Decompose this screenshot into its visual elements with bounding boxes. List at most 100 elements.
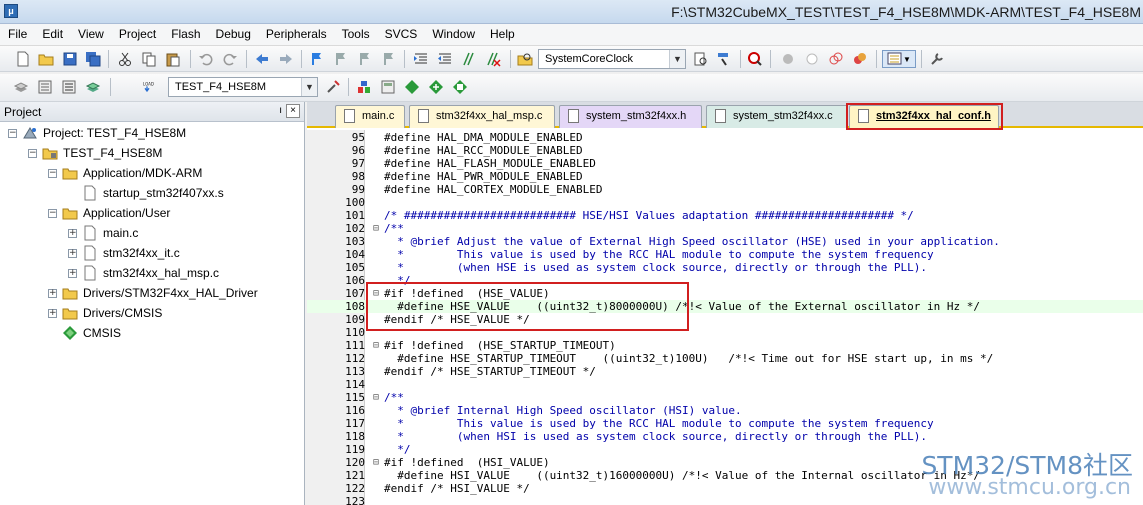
keil-app-icon[interactable]: μ	[4, 4, 18, 18]
collapse-icon[interactable]: −	[48, 208, 57, 218]
tree-item-group[interactable]: − Application/User	[48, 203, 170, 223]
incremental-find-icon[interactable]	[715, 50, 733, 68]
uncomment-icon[interactable]	[484, 50, 502, 68]
nav-back-icon[interactable]	[253, 50, 271, 68]
indent-icon[interactable]	[412, 50, 430, 68]
menu-help[interactable]: Help	[482, 24, 522, 46]
menu-peripherals[interactable]: Peripherals	[258, 24, 334, 46]
clear-bookmarks-icon[interactable]	[379, 50, 397, 68]
code-line[interactable]: 112 #define HSE_STARTUP_TIMEOUT ((uint32…	[307, 352, 1143, 365]
code-line[interactable]: 96 #define HAL_RCC_MODULE_ENABLED	[307, 144, 1143, 157]
disable-all-breakpoints-icon[interactable]	[827, 50, 845, 68]
prev-bookmark-icon[interactable]	[331, 50, 349, 68]
target-combo[interactable]: TEST_F4_HSE8M ▼	[168, 77, 318, 97]
copy-icon[interactable]	[140, 50, 158, 68]
find-combo-dropdown-icon[interactable]: ▼	[669, 50, 685, 68]
collapse-icon[interactable]: −	[28, 148, 37, 158]
expand-icon[interactable]: +	[68, 228, 77, 238]
tab-system-h[interactable]: system_stm32f4xx.h	[559, 105, 702, 128]
fold-marker-icon[interactable]: ⊟	[371, 391, 381, 404]
tab-system-c[interactable]: system_stm32f4xx.c	[706, 105, 848, 128]
build-icon[interactable]	[36, 78, 54, 96]
tree-item-file[interactable]: + stm32f4xx_it.c	[68, 243, 180, 263]
expand-icon[interactable]: +	[68, 268, 77, 278]
target-options-icon[interactable]	[324, 78, 342, 96]
manage-components-icon[interactable]	[355, 78, 373, 96]
code-line[interactable]: 117 * This value is used by the RCC HAL …	[307, 417, 1143, 430]
code-line[interactable]: 118 * (when HSI is used as system clock …	[307, 430, 1143, 443]
menu-file[interactable]: File	[0, 24, 34, 46]
find-in-files-icon[interactable]	[516, 50, 534, 68]
code-line[interactable]: 98 #define HAL_PWR_MODULE_ENABLED	[307, 170, 1143, 183]
menu-debug[interactable]: Debug	[208, 24, 258, 46]
menu-project[interactable]: Project	[111, 24, 163, 46]
undo-icon[interactable]	[197, 50, 215, 68]
nav-forward-icon[interactable]	[277, 50, 295, 68]
rebuild-icon[interactable]	[60, 78, 78, 96]
code-line[interactable]: 102 ⊟/**	[307, 222, 1143, 235]
pack-installer-icon[interactable]	[427, 78, 445, 96]
tree-item-group[interactable]: − Application/MDK-ARM	[48, 163, 202, 183]
menu-svcs[interactable]: SVCS	[377, 24, 425, 46]
kill-all-breakpoints-icon[interactable]	[851, 50, 869, 68]
code-line[interactable]: 95 #define HAL_DMA_MODULE_ENABLED	[307, 131, 1143, 144]
close-icon[interactable]: ×	[286, 104, 300, 118]
tree-item-file[interactable]: startup_stm32f407xx.s	[82, 183, 224, 203]
code-line[interactable]: 100	[307, 196, 1143, 209]
expand-icon[interactable]: +	[48, 308, 57, 318]
comment-icon[interactable]	[460, 50, 478, 68]
code-line[interactable]: 97 #define HAL_FLASH_MODULE_ENABLED	[307, 157, 1143, 170]
open-folder-icon[interactable]	[37, 50, 55, 68]
target-combo-dropdown-icon[interactable]: ▼	[301, 78, 317, 96]
menu-flash[interactable]: Flash	[163, 24, 207, 46]
code-line[interactable]: 116 * @brief Internal High Speed oscilla…	[307, 404, 1143, 417]
next-bookmark-icon[interactable]	[355, 50, 373, 68]
bookmark-icon[interactable]	[307, 50, 325, 68]
expand-icon[interactable]: +	[48, 288, 57, 298]
redo-icon[interactable]	[221, 50, 239, 68]
expand-icon[interactable]: +	[68, 248, 77, 258]
tab-main-c[interactable]: main.c	[335, 105, 405, 128]
find-combo[interactable]: SystemCoreClock ▼	[538, 49, 686, 69]
paste-icon[interactable]	[164, 50, 182, 68]
debug-session-icon[interactable]	[746, 50, 764, 68]
tree-item-project[interactable]: − Project: TEST_F4_HSE8M	[8, 123, 186, 143]
tab-hal-msp-c[interactable]: stm32f4xx_hal_msp.c	[409, 105, 555, 128]
code-line[interactable]: 113 #endif /* HSE_STARTUP_TIMEOUT */	[307, 365, 1143, 378]
menu-tools[interactable]: Tools	[334, 24, 377, 46]
breakpoint-icon[interactable]	[779, 50, 797, 68]
window-layout-icon[interactable]: ▼	[882, 50, 916, 68]
batch-build-icon[interactable]	[84, 78, 102, 96]
code-line[interactable]: 99 #define HAL_CORTEX_MODULE_ENABLED	[307, 183, 1143, 196]
collapse-icon[interactable]: −	[8, 128, 17, 138]
code-line[interactable]: 105 * (when HSE is used as system clock …	[307, 261, 1143, 274]
menu-view[interactable]: View	[70, 24, 111, 46]
code-line[interactable]: 101 /* ########################## HSE/HSI…	[307, 209, 1143, 222]
new-file-icon[interactable]	[14, 50, 32, 68]
tree-item-group[interactable]: + Drivers/STM32F4xx_HAL_Driver	[48, 283, 258, 303]
configure-icon[interactable]	[928, 50, 946, 68]
translate-icon[interactable]	[12, 78, 30, 96]
code-line[interactable]: 115 ⊟/**	[307, 391, 1143, 404]
code-line[interactable]: 114	[307, 378, 1143, 391]
fold-marker-icon[interactable]: ⊟	[371, 339, 381, 352]
tree-item-group[interactable]: + Drivers/CMSIS	[48, 303, 162, 323]
fold-marker-icon[interactable]: ⊟	[371, 456, 381, 469]
unindent-icon[interactable]	[436, 50, 454, 68]
pin-icon[interactable]: ı	[279, 105, 282, 116]
code-line[interactable]: 111 ⊟ #if !defined (HSE_STARTUP_TIMEOUT)	[307, 339, 1143, 352]
code-line[interactable]: 103 * @brief Adjust the value of Externa…	[307, 235, 1143, 248]
save-icon[interactable]	[61, 50, 79, 68]
cut-icon[interactable]	[116, 50, 134, 68]
menu-window[interactable]: Window	[424, 24, 482, 46]
find-icon[interactable]	[692, 50, 710, 68]
save-all-icon[interactable]	[84, 50, 102, 68]
disable-breakpoint-icon[interactable]	[803, 50, 821, 68]
fold-marker-icon[interactable]: ⊟	[371, 222, 381, 235]
code-line[interactable]: 104 * This value is used by the RCC HAL …	[307, 248, 1143, 261]
file-extensions-icon[interactable]	[379, 78, 397, 96]
select-packs-icon[interactable]	[403, 78, 421, 96]
tree-item-file[interactable]: + stm32f4xx_hal_msp.c	[68, 263, 219, 283]
tree-item-target[interactable]: − TEST_F4_HSE8M	[28, 143, 162, 163]
run-time-environment-icon[interactable]	[451, 78, 469, 96]
